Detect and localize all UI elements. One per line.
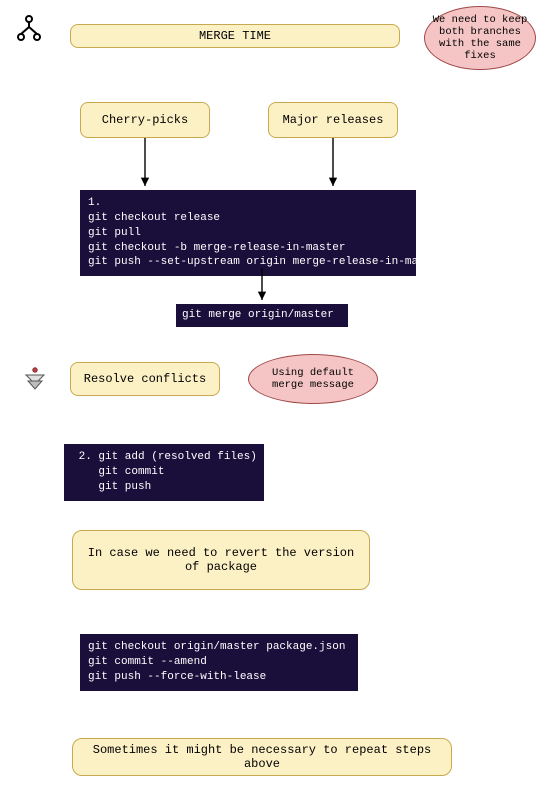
code-block-checkout: 1. git checkout release git pull git che… bbox=[80, 190, 416, 276]
page-title-text: MERGE TIME bbox=[199, 29, 271, 43]
revert-note: In case we need to revert the version of… bbox=[72, 530, 370, 590]
note-default-merge-message-text: Using default merge message bbox=[255, 367, 371, 391]
repeat-note: Sometimes it might be necessary to repea… bbox=[72, 738, 452, 776]
code-block-merge: git merge origin/master bbox=[176, 304, 348, 327]
source-major-releases-text: Major releases bbox=[283, 113, 384, 127]
resolve-conflicts: Resolve conflicts bbox=[70, 362, 220, 396]
page-title: MERGE TIME bbox=[70, 24, 400, 48]
note-keep-branches-text: We need to keep both branches with the s… bbox=[431, 14, 529, 62]
branch-icon bbox=[14, 14, 44, 44]
note-keep-branches: We need to keep both branches with the s… bbox=[424, 6, 536, 70]
source-cherry-picks-text: Cherry-picks bbox=[102, 113, 188, 127]
code-block-revert: git checkout origin/master package.json … bbox=[80, 634, 358, 691]
revert-note-text: In case we need to revert the version of… bbox=[81, 546, 361, 574]
note-default-merge-message: Using default merge message bbox=[248, 354, 378, 404]
code-block-commit: 2. git add (resolved files) git commit g… bbox=[64, 444, 264, 501]
resolve-conflicts-text: Resolve conflicts bbox=[84, 372, 206, 386]
repeat-note-text: Sometimes it might be necessary to repea… bbox=[81, 743, 443, 771]
source-cherry-picks: Cherry-picks bbox=[80, 102, 210, 138]
source-major-releases: Major releases bbox=[268, 102, 398, 138]
down-arrow-icon bbox=[22, 366, 48, 396]
